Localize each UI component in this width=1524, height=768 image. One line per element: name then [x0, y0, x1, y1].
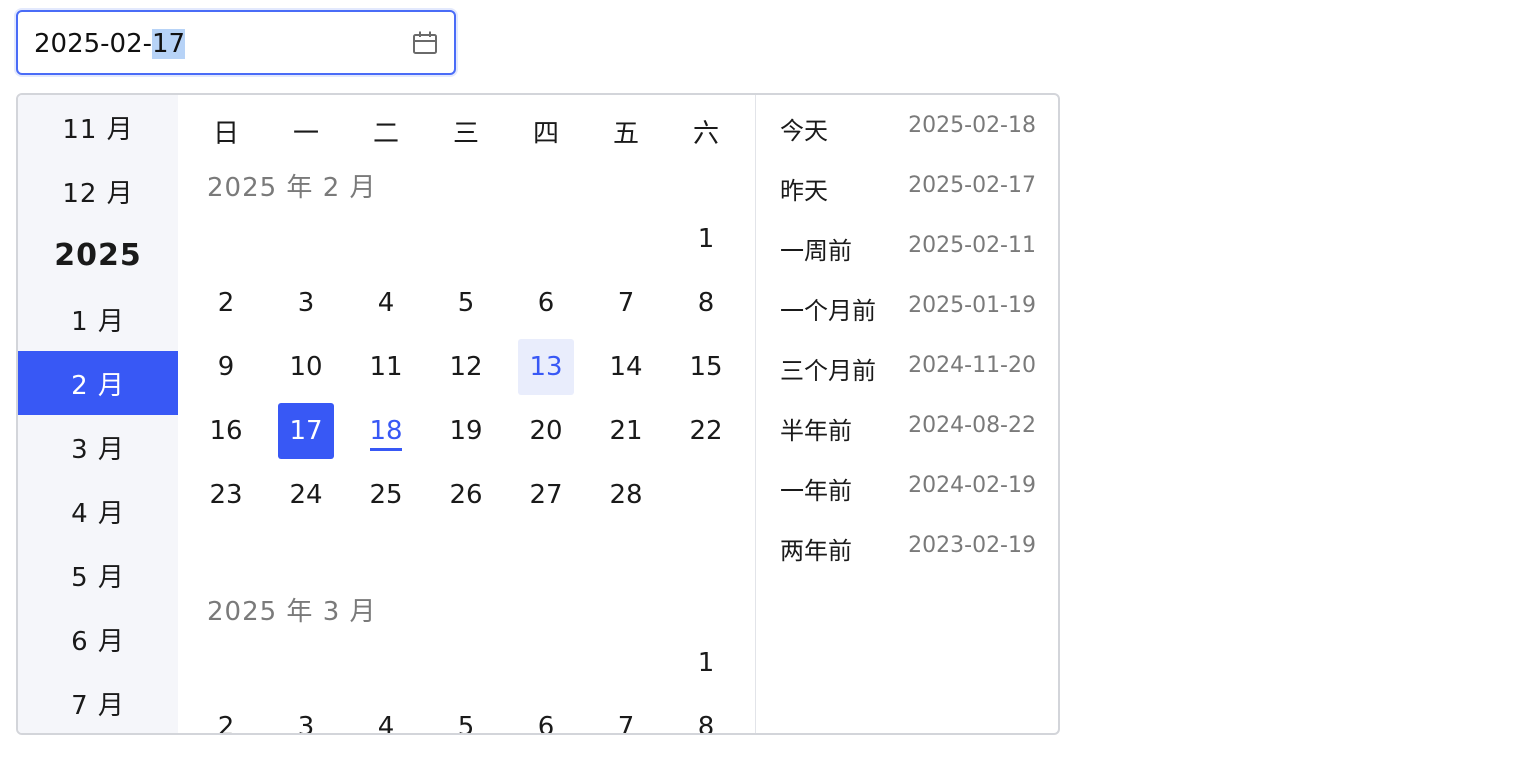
- preset-two-years-ago[interactable]: 两年前 2023-02-19: [780, 525, 1036, 565]
- weekday-tue: 二: [372, 118, 399, 149]
- day-cell-feb-1[interactable]: 1: [678, 211, 734, 267]
- weekday-wed: 三: [452, 118, 479, 149]
- day-cell-feb-6[interactable]: 6: [518, 275, 574, 331]
- day-cell-feb-23[interactable]: 23: [198, 467, 254, 523]
- day-cell-feb-4[interactable]: 4: [358, 275, 414, 331]
- day-cell-feb-24[interactable]: 24: [278, 467, 334, 523]
- preset-label: 今天: [780, 117, 828, 145]
- day-cell-feb-28[interactable]: 28: [598, 467, 654, 523]
- calendar-icon[interactable]: [412, 30, 438, 56]
- day-cell-mar-7[interactable]: 7: [598, 699, 654, 733]
- weekday-sat: 六: [692, 118, 719, 149]
- date-input[interactable]: 2025-02-17: [16, 10, 456, 75]
- month-item-jan[interactable]: 1 月: [18, 287, 178, 351]
- day-cell-feb-2[interactable]: 2: [198, 275, 254, 331]
- preset-one-week-ago[interactable]: 一周前 2025-02-11: [780, 225, 1036, 265]
- weekday-sun: 日: [212, 118, 239, 149]
- day-cell-feb-8[interactable]: 8: [678, 275, 734, 331]
- day-cell-feb-22[interactable]: 22: [678, 403, 734, 459]
- day-cell-mar-5[interactable]: 5: [438, 699, 494, 733]
- day-cell-mar-8[interactable]: 8: [678, 699, 734, 733]
- day-cell-feb-9[interactable]: 9: [198, 339, 254, 395]
- month-list: 11 月 12 月 2025 1 月 2 月 3 月 4 月 5 月 6 月 7…: [18, 95, 178, 733]
- preset-list: 今天 2025-02-18 昨天 2025-02-17 一周前 2025-02-…: [756, 95, 1058, 733]
- preset-date: 2025-02-17: [908, 173, 1036, 198]
- preset-half-year-ago[interactable]: 半年前 2024-08-22: [780, 405, 1036, 445]
- day-cell-feb-14[interactable]: 14: [598, 339, 654, 395]
- day-cell-mar-1[interactable]: 1: [678, 635, 734, 691]
- preset-date: 2025-02-18: [908, 113, 1036, 138]
- preset-label: 一个月前: [780, 297, 876, 325]
- day-cell-feb-17[interactable]: 17: [278, 403, 334, 459]
- preset-date: 2025-02-11: [908, 233, 1036, 258]
- day-cell-feb-25[interactable]: 25: [358, 467, 414, 523]
- preset-label: 三个月前: [780, 357, 876, 385]
- preset-label: 一周前: [780, 237, 852, 265]
- month-item-jul[interactable]: 7 月: [18, 671, 178, 733]
- preset-date: 2023-02-19: [908, 533, 1036, 558]
- day-cell-feb-15[interactable]: 15: [678, 339, 734, 395]
- day-cell-feb-18[interactable]: 18: [358, 403, 414, 459]
- preset-one-month-ago[interactable]: 一个月前 2025-01-19: [780, 285, 1036, 325]
- weekday-fri: 五: [612, 118, 639, 149]
- preset-date: 2024-08-22: [908, 413, 1036, 438]
- date-input-selected-text: 17: [152, 29, 186, 59]
- preset-date: 2024-02-19: [908, 473, 1036, 498]
- preset-one-year-ago[interactable]: 一年前 2024-02-19: [780, 465, 1036, 505]
- date-input-value[interactable]: 2025-02-17: [34, 28, 186, 60]
- month-title-feb: 2025 年 2 月: [207, 173, 377, 203]
- day-cell-feb-5[interactable]: 5: [438, 275, 494, 331]
- preset-label: 一年前: [780, 477, 852, 505]
- preset-label: 两年前: [780, 537, 852, 565]
- day-cell-feb-16[interactable]: 16: [198, 403, 254, 459]
- day-cell-mar-2[interactable]: 2: [198, 699, 254, 733]
- day-cell-feb-27[interactable]: 27: [518, 467, 574, 523]
- month-item-dec[interactable]: 12 月: [18, 159, 178, 223]
- month-item-mar[interactable]: 3 月: [18, 415, 178, 479]
- day-cell-mar-6[interactable]: 6: [518, 699, 574, 733]
- days-grid: 日 一 二 三 四 五 六 2025 年 2 月 2025 年 3 月 1234…: [178, 95, 755, 734]
- month-item-apr[interactable]: 4 月: [18, 479, 178, 543]
- day-cell-feb-10[interactable]: 10: [278, 339, 334, 395]
- preset-date: 2025-01-19: [908, 293, 1036, 318]
- preset-date: 2024-11-20: [908, 353, 1036, 378]
- preset-yesterday[interactable]: 昨天 2025-02-17: [780, 165, 1036, 205]
- preset-today[interactable]: 今天 2025-02-18: [780, 105, 1036, 145]
- weekday-thu: 四: [532, 118, 559, 149]
- month-item-nov[interactable]: 11 月: [18, 95, 178, 159]
- day-cell-feb-13[interactable]: 13: [518, 339, 574, 395]
- day-cell-feb-21[interactable]: 21: [598, 403, 654, 459]
- preset-label: 昨天: [780, 177, 828, 205]
- day-cell-feb-7[interactable]: 7: [598, 275, 654, 331]
- preset-three-months-ago[interactable]: 三个月前 2024-11-20: [780, 345, 1036, 385]
- date-input-text: 2025-02-: [34, 29, 153, 59]
- month-item-jun[interactable]: 6 月: [18, 607, 178, 671]
- year-label[interactable]: 2025: [18, 223, 178, 287]
- day-cell-mar-3[interactable]: 3: [278, 699, 334, 733]
- day-cell-feb-26[interactable]: 26: [438, 467, 494, 523]
- month-item-feb[interactable]: 2 月: [18, 351, 178, 415]
- day-cell-feb-11[interactable]: 11: [358, 339, 414, 395]
- month-item-may[interactable]: 5 月: [18, 543, 178, 607]
- month-title-mar: 2025 年 3 月: [207, 597, 377, 627]
- preset-label: 半年前: [780, 417, 852, 445]
- weekday-mon: 一: [292, 118, 319, 149]
- day-cell-feb-20[interactable]: 20: [518, 403, 574, 459]
- day-cell-mar-4[interactable]: 4: [358, 699, 414, 733]
- day-cell-feb-19[interactable]: 19: [438, 403, 494, 459]
- day-cell-feb-3[interactable]: 3: [278, 275, 334, 331]
- day-cell-feb-12[interactable]: 12: [438, 339, 494, 395]
- date-picker-popup: 11 月 12 月 2025 1 月 2 月 3 月 4 月 5 月 6 月 7…: [16, 93, 1060, 735]
